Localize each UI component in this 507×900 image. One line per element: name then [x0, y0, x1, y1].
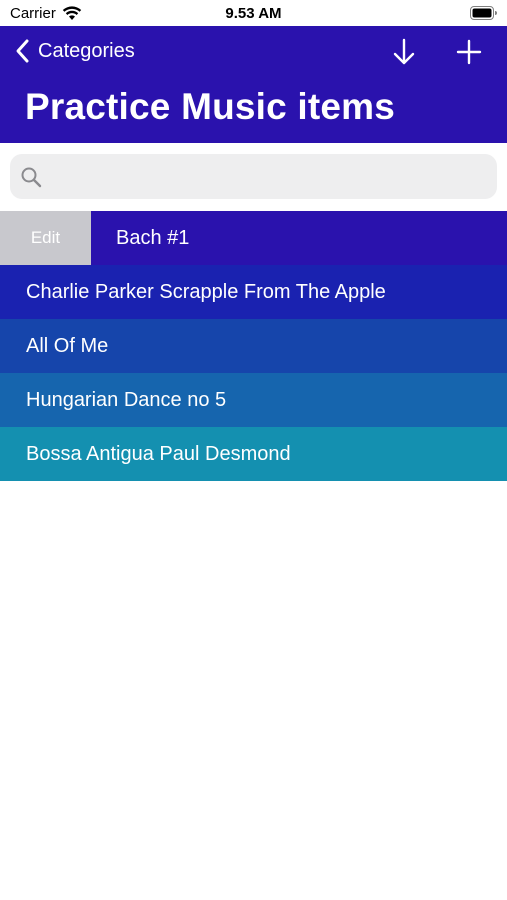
- list-item[interactable]: All Of Me: [0, 319, 507, 373]
- sort-down-arrow-icon[interactable]: [390, 36, 418, 68]
- search-field[interactable]: [10, 154, 497, 199]
- list-item[interactable]: Hungarian Dance no 5: [0, 373, 507, 427]
- search-container: [0, 143, 507, 211]
- list-item-label: All Of Me: [26, 335, 109, 357]
- edit-swipe-button[interactable]: Edit: [0, 211, 91, 265]
- list-item-label: Bossa Antigua Paul Desmond: [26, 443, 291, 465]
- list-item-label: Bach #1: [116, 227, 190, 249]
- list-item-label: Hungarian Dance no 5: [26, 389, 227, 411]
- clock: 9.53 AM: [225, 5, 282, 22]
- add-plus-icon[interactable]: [454, 36, 484, 68]
- search-input[interactable]: [50, 166, 490, 187]
- chevron-left-icon: [16, 39, 29, 63]
- status-bar: Carrier 9.53 AM: [0, 0, 507, 26]
- search-icon: [21, 167, 42, 187]
- list-item[interactable]: Bossa Antigua Paul Desmond: [0, 427, 507, 481]
- back-button-label: Categories: [38, 39, 135, 62]
- list-item[interactable]: Edit Bach #1: [0, 211, 507, 265]
- back-button[interactable]: Categories: [14, 38, 135, 64]
- page-title: Practice Music items: [25, 86, 396, 127]
- navigation-bar: Categories Practice Music items: [0, 26, 507, 143]
- battery-icon: [470, 6, 497, 20]
- list-item-label: Charlie Parker Scrapple From The Apple: [26, 281, 386, 303]
- music-items-list: Edit Bach #1 Charlie Parker Scrapple Fro…: [0, 211, 507, 481]
- list-item[interactable]: Charlie Parker Scrapple From The Apple: [0, 265, 507, 319]
